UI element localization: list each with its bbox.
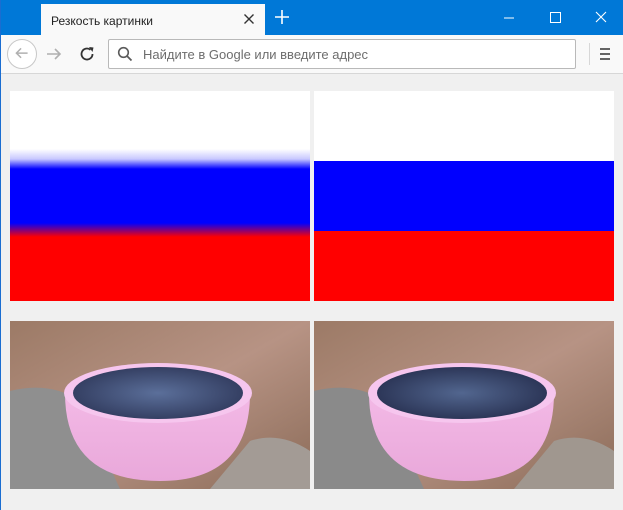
minimize-icon[interactable]	[486, 0, 532, 35]
address-bar[interactable]	[108, 39, 576, 69]
browser-window: Резкость картинки	[0, 0, 623, 510]
close-window-icon[interactable]	[578, 0, 623, 35]
maximize-icon[interactable]	[532, 0, 578, 35]
hamburger-menu-icon[interactable]	[589, 43, 612, 65]
russian-flag-sharp	[314, 91, 614, 301]
back-button[interactable]	[7, 39, 37, 69]
blueberries-bowl-photo-sharpened	[314, 321, 614, 489]
address-input[interactable]	[143, 40, 563, 68]
tab-title: Резкость картинки	[51, 14, 153, 28]
new-tab-icon[interactable]	[273, 8, 291, 26]
nav-toolbar	[1, 35, 623, 74]
back-arrow-icon	[15, 47, 28, 59]
reload-icon[interactable]	[76, 43, 98, 65]
page-content	[1, 74, 623, 510]
active-tab[interactable]: Резкость картинки	[41, 4, 265, 35]
forward-arrow-icon[interactable]	[43, 43, 65, 65]
russian-flag-blurred	[10, 91, 310, 301]
tab-bar: Резкость картинки	[1, 0, 623, 35]
blueberries-bowl-photo	[10, 321, 310, 489]
search-icon	[117, 46, 133, 62]
close-tab-icon[interactable]	[241, 11, 257, 27]
